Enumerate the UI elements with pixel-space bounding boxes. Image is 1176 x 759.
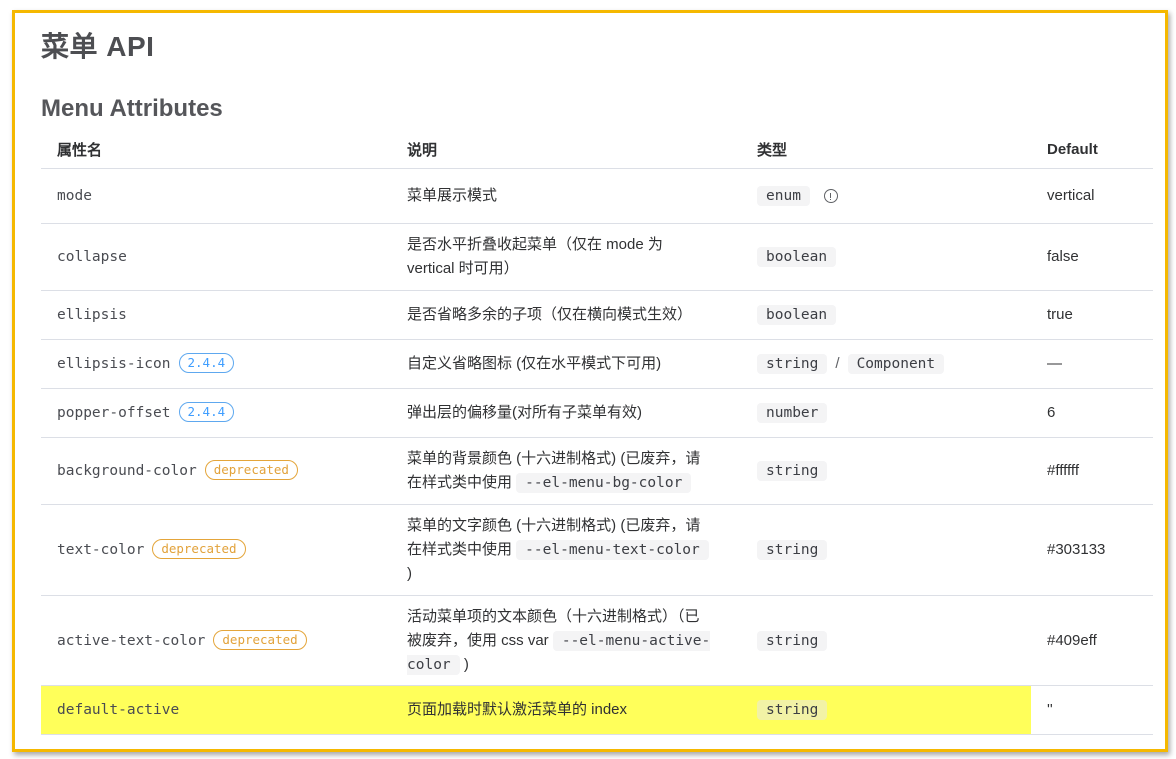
cell-name: background-color deprecated — [41, 437, 391, 505]
attr-name: active-text-color — [57, 632, 206, 649]
cell-desc: 菜单的背景颜色 (十六进制格式) (已废弃，请在样式类中使用 --el-menu… — [391, 437, 741, 505]
deprecated-badge: deprecated — [213, 629, 307, 650]
attr-name: ellipsis-icon — [57, 356, 171, 372]
header-name: 属性名 — [41, 130, 391, 169]
attr-name: background-color — [57, 463, 197, 479]
cell-name: default-active — [41, 685, 391, 735]
cell-default: #409eff — [1031, 595, 1153, 686]
cell-type: number — [741, 388, 1031, 438]
cell-desc: 菜单展示模式 — [391, 168, 741, 224]
cell-default: '' — [1031, 685, 1153, 735]
header-default: Default — [1031, 130, 1153, 169]
cell-type: boolean — [741, 223, 1031, 291]
cell-default: vertical — [1031, 168, 1153, 224]
cell-desc: 是否省略多余的子项（仅在横向模式生效） — [391, 290, 741, 340]
cell-type: string / Component — [741, 339, 1031, 389]
section-title-menu-attributes: Menu Attributes — [41, 95, 223, 122]
type-code: string — [757, 354, 828, 374]
type-code: enum — [757, 186, 810, 206]
attributes-table: 属性名 说明 类型 Default mode 菜单展示模式 enum verti… — [41, 130, 1153, 735]
deprecated-badge: deprecated — [152, 539, 246, 559]
table-row: active-text-color deprecated 活动菜单项的文本颜色（十… — [41, 595, 1153, 686]
table-header-row: 属性名 说明 类型 Default — [41, 130, 1153, 169]
deprecated-badge: deprecated — [204, 460, 298, 480]
cell-default: #303133 — [1031, 504, 1153, 596]
cell-desc: 菜单的文字颜色 (十六进制格式) (已废弃，请在样式类中使用 --el-menu… — [391, 504, 741, 596]
cell-default: true — [1031, 290, 1153, 340]
cell-name: ellipsis-icon 2.4.4 — [41, 339, 391, 389]
attr-name: collapse — [57, 249, 127, 265]
screenshot-frame: 菜单 API Menu Attributes 属性名 说明 类型 Default… — [12, 10, 1168, 752]
table-row: popper-offset 2.4.4 弹出层的偏移量(对所有子菜单有效) num… — [41, 388, 1153, 438]
table-row: ellipsis-icon 2.4.4 自定义省略图标 (仅在水平模式下可用) s… — [41, 339, 1153, 389]
cell-desc: 弹出层的偏移量(对所有子菜单有效) — [391, 388, 741, 438]
cell-default: false — [1031, 223, 1153, 291]
type-separator: / — [835, 355, 840, 372]
type-code: string — [757, 700, 828, 720]
table-row: collapse 是否水平折叠收起菜单（仅在 mode 为 vertical 时… — [41, 223, 1153, 291]
header-desc: 说明 — [391, 130, 741, 169]
cell-desc: 是否水平折叠收起菜单（仅在 mode 为 vertical 时可用） — [391, 223, 741, 291]
info-circle-icon[interactable] — [823, 189, 838, 203]
version-badge: 2.4.4 — [178, 353, 235, 373]
cell-desc: 页面加载时默认激活菜单的 index — [391, 685, 741, 735]
cell-type: string — [741, 504, 1031, 596]
cell-type: boolean — [741, 290, 1031, 340]
cell-desc: 自定义省略图标 (仅在水平模式下可用) — [391, 339, 741, 389]
type-code: boolean — [757, 247, 837, 267]
cell-name: ellipsis — [41, 290, 391, 340]
table-row: background-color deprecated 菜单的背景颜色 (十六进制… — [41, 437, 1153, 505]
css-var-code: --el-menu-bg-color — [516, 473, 692, 493]
page-title: 菜单 API — [41, 31, 155, 62]
attr-name: text-color — [57, 542, 145, 558]
cell-default: 6 — [1031, 388, 1153, 438]
type-code: boolean — [757, 305, 837, 325]
type-code: string — [757, 630, 828, 651]
cell-name: mode — [41, 168, 391, 224]
attr-name: default-active — [57, 702, 180, 718]
cell-default: #ffffff — [1031, 437, 1153, 505]
cell-name: collapse — [41, 223, 391, 291]
cell-desc: 活动菜单项的文本颜色（十六进制格式）（已被废弃，使用 css var --el-… — [391, 595, 741, 686]
type-code: string — [757, 540, 828, 560]
cell-name: popper-offset 2.4.4 — [41, 388, 391, 438]
table-row: ellipsis 是否省略多余的子项（仅在横向模式生效） boolean tru… — [41, 290, 1153, 340]
type-code: number — [757, 403, 828, 423]
cell-name: text-color deprecated — [41, 504, 391, 596]
type-code: string — [757, 461, 828, 481]
cell-name: active-text-color deprecated — [41, 595, 391, 686]
header-type: 类型 — [741, 130, 1031, 169]
version-badge: 2.4.4 — [178, 402, 235, 422]
cell-type: enum — [741, 168, 1031, 224]
cell-default: — — [1031, 339, 1153, 389]
table-row: mode 菜单展示模式 enum vertical — [41, 168, 1153, 224]
desc-text-after: ) — [407, 565, 412, 582]
cell-type: string — [741, 595, 1031, 686]
attr-name: ellipsis — [57, 307, 127, 323]
desc-text-after: ) — [459, 655, 469, 673]
table-row: text-color deprecated 菜单的文字颜色 (十六进制格式) (已… — [41, 504, 1153, 596]
cell-type: string — [741, 685, 1031, 735]
attr-name: popper-offset — [57, 405, 171, 421]
type-code-component: Component — [847, 354, 945, 374]
cell-type: string — [741, 437, 1031, 505]
css-var-code: --el-menu-text-color — [516, 540, 709, 560]
attr-name: mode — [57, 188, 92, 204]
table-row-highlighted: default-active 页面加载时默认激活菜单的 index string… — [41, 685, 1153, 735]
